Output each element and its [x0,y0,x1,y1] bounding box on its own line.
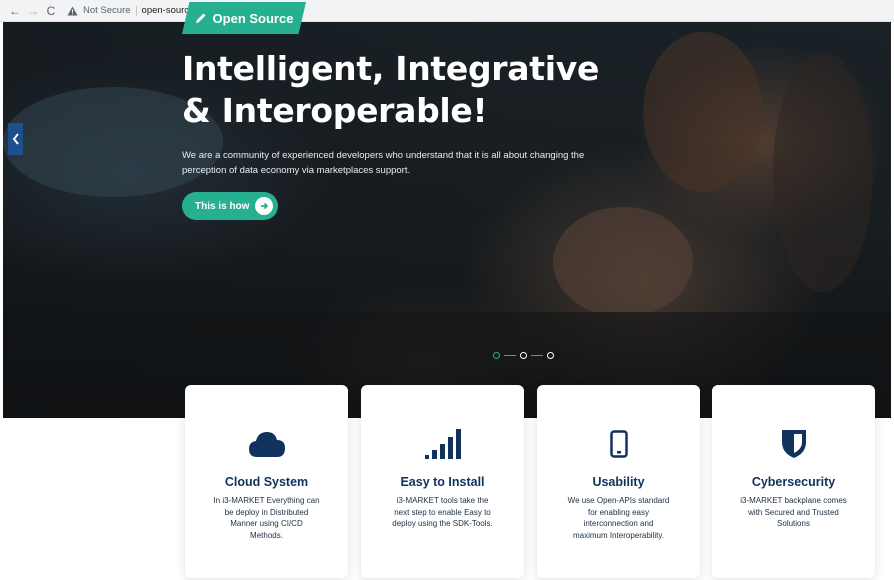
feature-description: We use Open-APIs standard for enabling e… [555,495,683,541]
description-line: for enabling easy [588,507,649,517]
description-line: deploy using the SDK-Tools. [392,519,493,528]
badge-label: Open Source [212,10,294,26]
headline-line-1: Intelligent, Integrative [182,49,600,88]
feature-title: Cloud System [224,475,309,489]
description-line: In i3-MARKET Everything can [213,496,320,505]
subtext-line-2: perception of data economy via marketpla… [182,165,411,176]
carousel-dot-1[interactable] [493,352,500,359]
description-line: i3-MARKET backplane comes [740,496,847,505]
carousel-dot-connector [531,354,543,357]
description-line: next step to enable Easy to [394,507,491,517]
description-line: with Secured and Trusted [748,507,839,517]
feature-description: i3-MARKET backplane comes with Secured a… [730,495,858,530]
feature-card-cloud-system: Cloud System In i3-MARKET Everything can… [185,385,348,578]
carousel-dot-3[interactable] [547,352,554,359]
cta-label: This is how [195,200,250,212]
feature-description: In i3-MARKET Everything can be deploy in… [203,495,331,541]
forward-icon[interactable]: → [24,2,42,20]
description-line: be deploy in Distributed [224,507,309,517]
feature-title: Usability [592,475,645,489]
feature-card-cybersecurity: Cybersecurity i3-MARKET backplane comes … [712,385,875,578]
mobile-icon [609,427,628,461]
feature-description: i3-MARKET tools take the next step to en… [379,495,507,530]
reload-icon[interactable]: C [42,2,60,20]
this-is-how-button[interactable]: This is how [182,192,278,220]
carousel-pagination [493,352,554,359]
description-line: Manner using CI/CD [230,519,303,528]
feature-card-easy-to-install: Easy to Install i3-MARKET tools take the… [361,385,524,578]
headline-line-2: & Interoperable! [182,91,488,130]
description-line: Methods. [250,530,283,540]
carousel-dot-2[interactable] [520,352,527,359]
address-divider [135,5,137,16]
browser-toolbar: ← → C Not Secure open-source.i3-market.e… [0,0,894,22]
signal-bars-icon [424,427,462,461]
open-source-badge: Open Source [182,2,306,34]
subtext-line-1: We are a community of experienced develo… [182,150,585,161]
shield-icon [781,427,807,461]
feature-title: Easy to Install [400,475,485,489]
not-secure-label: Not Secure [83,5,131,16]
description-line: interconnection and [583,519,654,528]
carousel-dot-connector [504,354,516,357]
feature-card-usability: Usability We use Open-APIs standard for … [537,385,700,578]
description-line: maximum Interoperability. [573,530,664,540]
description-line: We use Open-APIs standard [567,496,670,505]
description-line: i3-MARKET tools take the [396,496,489,505]
pencil-icon [195,12,207,24]
description-line: Solutions [777,519,810,528]
cloud-icon [247,427,287,461]
arrow-right-icon [255,197,273,215]
warning-icon [66,5,78,17]
hero-headline: Intelligent, Integrative & Interoperable… [182,48,642,132]
feature-title: Cybersecurity [751,475,836,489]
carousel-prev-button[interactable] [8,123,23,155]
hero-subtext: We are a community of experienced develo… [182,148,602,178]
chevron-left-icon [12,133,19,145]
back-icon[interactable]: ← [6,2,24,20]
